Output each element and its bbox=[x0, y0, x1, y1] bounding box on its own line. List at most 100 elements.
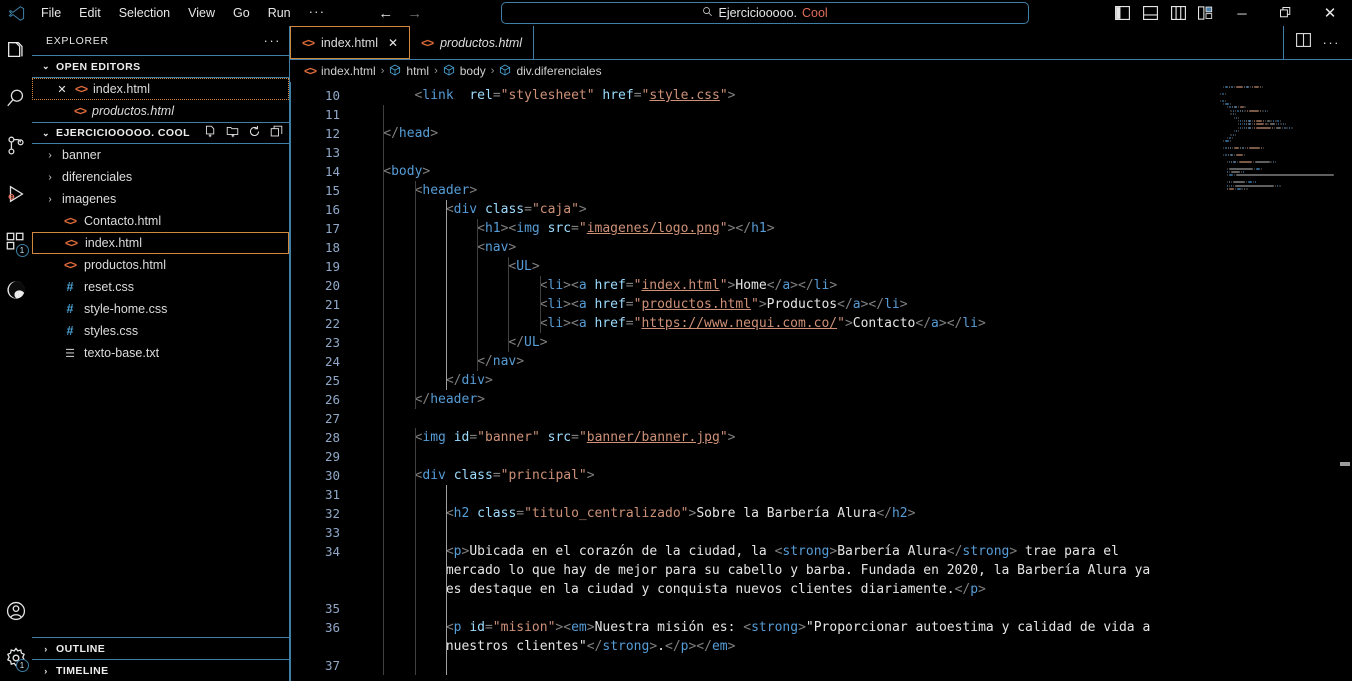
vscode-window: File Edit Selection View Go Run ··· ← → … bbox=[0, 0, 1352, 681]
tab-index-html[interactable]: <> index.html ✕ bbox=[290, 26, 411, 59]
section-outline[interactable]: › OUTLINE bbox=[32, 637, 289, 659]
breadcrumb-separator-icon: › bbox=[380, 65, 385, 77]
code-token: li bbox=[813, 278, 830, 293]
tree-item-style-home-css[interactable]: # style-home.css bbox=[32, 298, 289, 320]
code-line: <body> bbox=[352, 162, 1352, 181]
code-token: "principal" bbox=[500, 468, 587, 483]
code-token: h1 bbox=[484, 221, 501, 236]
tree-item-index-html[interactable]: <> index.html bbox=[32, 232, 289, 254]
code-token: < bbox=[445, 620, 454, 635]
menu-file[interactable]: File bbox=[32, 2, 70, 24]
navigation-arrows: ← → bbox=[378, 6, 422, 21]
html-file-icon: <> bbox=[75, 82, 88, 96]
breadcrumb-item-html[interactable]: html bbox=[389, 64, 429, 79]
search-icon bbox=[702, 6, 713, 20]
activity-bar: 1 1 bbox=[0, 26, 32, 681]
code-editor[interactable]: 10 11 12 13 14 15 16 17 18 19 20 21 22 23 24 25 26 27 28 29… bbox=[290, 82, 1352, 681]
code-token: nav bbox=[492, 354, 517, 369]
tree-item-diferenciales[interactable]: › diferenciales bbox=[32, 166, 289, 188]
breadcrumb: <> index.html › html › body › div.difere… bbox=[290, 60, 1352, 82]
code-token: = bbox=[516, 506, 525, 521]
go-back-icon[interactable]: ← bbox=[378, 6, 393, 21]
source-control-icon[interactable] bbox=[0, 122, 32, 170]
manage-settings-icon[interactable]: 1 bbox=[0, 635, 32, 681]
accounts-icon[interactable] bbox=[0, 587, 32, 635]
breadcrumb-item-body[interactable]: body bbox=[443, 64, 486, 79]
menu-run[interactable]: Run bbox=[259, 2, 300, 24]
code-token: class bbox=[484, 202, 525, 217]
tree-item-productos-html[interactable]: <> productos.html bbox=[32, 254, 289, 276]
editor-tabs: <> index.html ✕ <> productos.html bbox=[290, 26, 535, 59]
menu-go[interactable]: Go bbox=[224, 2, 259, 24]
menu-more[interactable]: ··· bbox=[300, 4, 335, 23]
code-line: <link rel="stylesheet" href="style.css"> bbox=[352, 86, 1352, 105]
code-token: strong bbox=[602, 639, 650, 654]
search-icon[interactable] bbox=[0, 74, 32, 122]
open-editor-productos-html[interactable]: <> productos.html bbox=[32, 100, 289, 122]
breadcrumb-item-div[interactable]: div.diferenciales bbox=[499, 64, 602, 79]
split-editor-icon[interactable] bbox=[1295, 33, 1311, 52]
sidebar-more-actions-icon[interactable]: ··· bbox=[264, 33, 282, 48]
section-timeline[interactable]: › TIMELINE bbox=[32, 659, 289, 681]
new-file-icon[interactable] bbox=[204, 125, 217, 141]
toggle-panel-icon[interactable] bbox=[1136, 0, 1164, 26]
code-token: Contacto bbox=[852, 316, 916, 331]
menu-selection[interactable]: Selection bbox=[110, 2, 179, 24]
menu-bar[interactable]: File Edit Selection View Go Run ··· bbox=[32, 2, 334, 24]
code-token: li bbox=[962, 316, 979, 331]
close-icon[interactable]: ✕ bbox=[55, 83, 69, 96]
menu-edit[interactable]: Edit bbox=[70, 2, 110, 24]
code-line: </header> bbox=[352, 390, 1352, 409]
html-file-icon: <> bbox=[63, 258, 77, 272]
window-minimize-button[interactable]: ─ bbox=[1220, 0, 1264, 26]
edge-tools-icon[interactable] bbox=[0, 266, 32, 314]
code-token: h2 bbox=[453, 506, 470, 521]
toggle-primary-sidebar-icon[interactable] bbox=[1108, 0, 1136, 26]
more-actions-icon[interactable]: ··· bbox=[1323, 35, 1341, 50]
code-token: Home bbox=[735, 278, 767, 293]
menu-view[interactable]: View bbox=[179, 2, 224, 24]
code-token: id bbox=[469, 620, 485, 635]
code-token: < bbox=[477, 221, 485, 236]
window-close-button[interactable]: ✕ bbox=[1308, 0, 1352, 26]
code-token: < bbox=[539, 316, 548, 331]
extensions-icon[interactable]: 1 bbox=[0, 218, 32, 266]
tab-productos-html[interactable]: <> productos.html bbox=[410, 26, 535, 59]
open-editor-index-html[interactable]: ✕ <> index.html bbox=[32, 78, 289, 100]
collapse-folders-icon[interactable] bbox=[270, 125, 283, 141]
go-forward-icon[interactable]: → bbox=[407, 6, 422, 21]
new-folder-icon[interactable] bbox=[226, 125, 239, 141]
toggle-secondary-sidebar-icon[interactable] bbox=[1164, 0, 1192, 26]
code-token: </ bbox=[414, 392, 431, 407]
code-token: = bbox=[469, 430, 478, 445]
command-center-input[interactable]: Ejerciciooooo. Cool bbox=[501, 2, 1030, 24]
breadcrumb-item-file[interactable]: <> index.html bbox=[304, 64, 376, 78]
code-token: li bbox=[547, 297, 564, 312]
tree-item-banner[interactable]: › banner bbox=[32, 144, 289, 166]
code-token: header bbox=[422, 183, 470, 198]
tree-item-imagenes[interactable]: › imagenes bbox=[32, 188, 289, 210]
close-icon[interactable]: ✕ bbox=[388, 36, 398, 50]
explorer-icon[interactable] bbox=[0, 26, 32, 74]
tree-item-reset-css[interactable]: # reset.css bbox=[32, 276, 289, 298]
tree-item-styles-css[interactable]: # styles.css bbox=[32, 320, 289, 342]
code-token: > bbox=[758, 297, 767, 312]
code-token: < bbox=[445, 202, 454, 217]
run-and-debug-icon[interactable] bbox=[0, 170, 32, 218]
tree-item-texto-base-txt[interactable]: ☰ texto-base.txt bbox=[32, 342, 289, 364]
window-maximize-button[interactable] bbox=[1264, 0, 1308, 26]
customize-layout-icon[interactable] bbox=[1192, 0, 1220, 26]
section-open-editors[interactable]: ⌄ OPEN EDITORS bbox=[32, 56, 289, 78]
refresh-explorer-icon[interactable] bbox=[248, 125, 261, 141]
line-number: 20 bbox=[324, 278, 340, 293]
code-token: href bbox=[594, 278, 626, 293]
scrollbar-thumb[interactable] bbox=[1340, 462, 1350, 466]
code-token: imagenes/logo.png bbox=[586, 221, 720, 236]
tree-item-contacto-html[interactable]: <> Contacto.html bbox=[32, 210, 289, 232]
section-project-root[interactable]: ⌄ EJERCICIOOOOO. COOL bbox=[32, 122, 289, 144]
editor-vertical-scrollbar[interactable] bbox=[1338, 82, 1352, 681]
code-token: " bbox=[719, 430, 728, 445]
code-content[interactable]: <link rel="stylesheet" href="style.css">… bbox=[352, 82, 1352, 681]
